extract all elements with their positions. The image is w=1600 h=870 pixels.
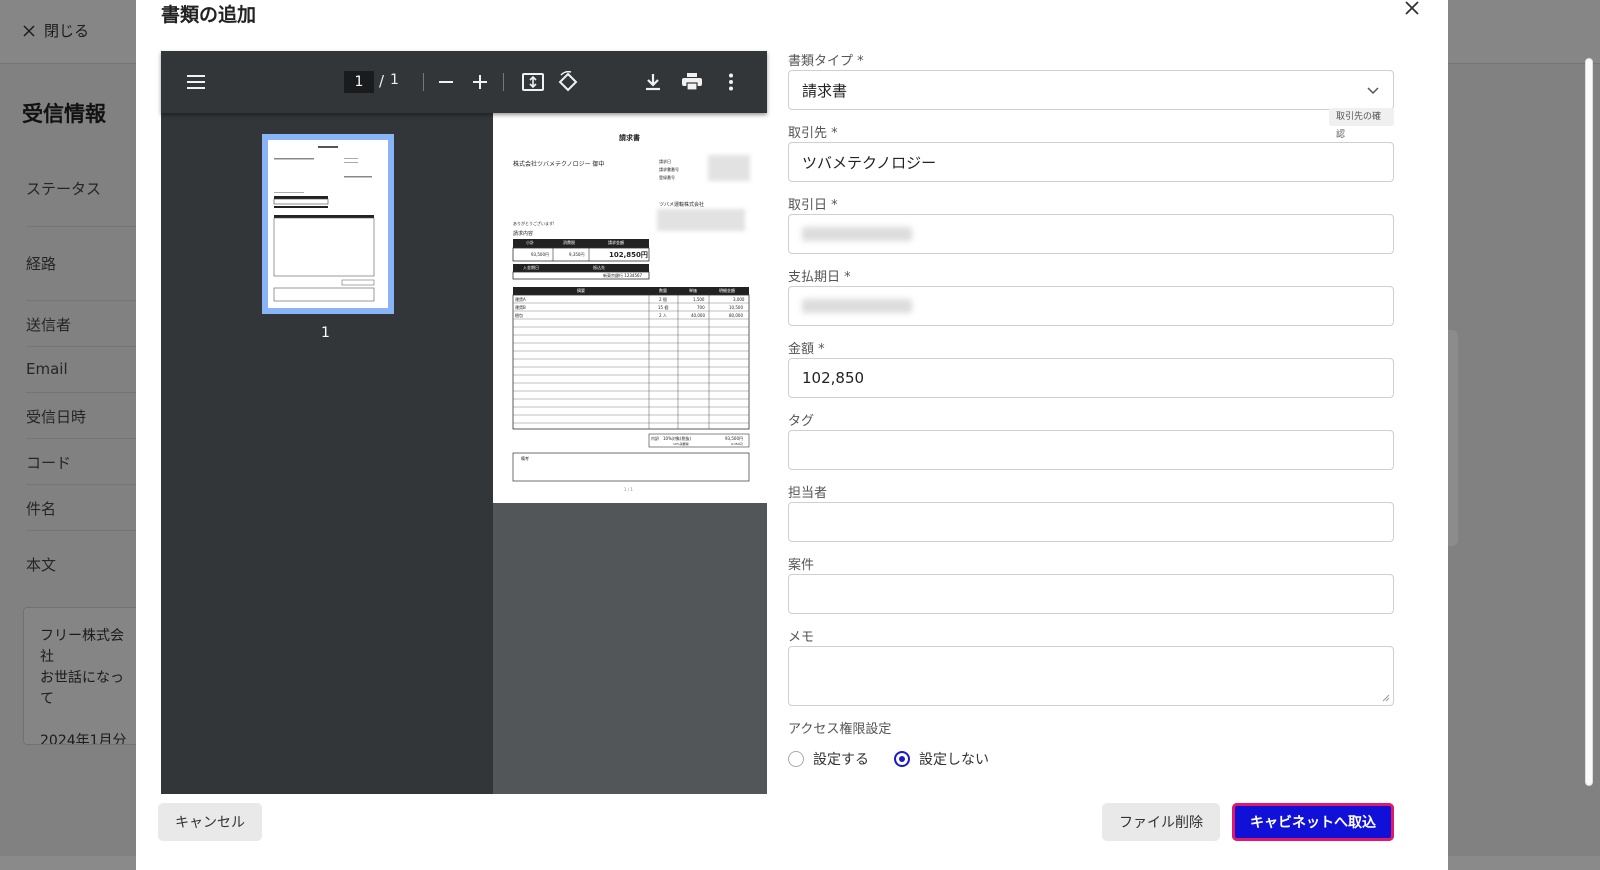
bank-value: 新東京銀行 1234567: [603, 273, 643, 278]
table-cell: 700: [697, 305, 705, 310]
table-header: 数量: [659, 288, 667, 293]
table-header: 単価: [689, 288, 697, 293]
tax-label: 内訳: [651, 436, 659, 441]
table-cell: 40,000: [691, 313, 705, 318]
bank-header: 入金期日: [523, 265, 539, 270]
table-header: 摘要: [577, 288, 585, 293]
summary-total: 102,850円: [609, 251, 648, 259]
table-cell: 10,500: [729, 305, 743, 310]
table-cell: 15 個: [658, 305, 669, 310]
partner-value: ツバメテクノロジー: [802, 153, 937, 172]
partner-label: 取引先 *: [788, 126, 838, 141]
summary-value: 93,500円: [531, 252, 549, 257]
memo-textarea[interactable]: [788, 646, 1394, 706]
memo-label: メモ: [788, 630, 815, 645]
radio-indicator: [788, 751, 804, 767]
modal-close-button[interactable]: [1404, 0, 1424, 20]
pdf-page: 請求書 株式会社ツバメテクノロジー 御中 請求日 請求書番号 登録番号 ツバメ運…: [493, 113, 767, 503]
rotate-icon[interactable]: [556, 70, 580, 94]
tax-sub-value: 9,350円: [731, 442, 743, 446]
menu-icon[interactable]: [184, 70, 208, 94]
radio-indicator-selected: [894, 751, 910, 767]
resize-handle-icon[interactable]: [1382, 694, 1390, 702]
summary-value: 9,350円: [569, 252, 585, 257]
summary-header: 小計: [526, 240, 534, 245]
tag-label: タグ: [788, 414, 815, 429]
download-icon[interactable]: [641, 70, 665, 94]
access-set-radio[interactable]: 設定する: [788, 749, 869, 769]
redacted-value: [802, 299, 912, 313]
page-total: 1: [390, 72, 399, 88]
summary-header: 請求金額: [608, 240, 624, 245]
table-cell: 2 個: [659, 297, 667, 302]
table-cell: 1,500: [693, 297, 705, 302]
zoom-out-icon[interactable]: [434, 70, 458, 94]
toolbar-divider: [503, 73, 504, 91]
close-icon: [1405, 1, 1419, 15]
amount-input[interactable]: 102,850: [788, 358, 1394, 398]
thumbnail-sidebar: 1: [161, 113, 493, 794]
project-input[interactable]: [788, 574, 1394, 614]
thumbnail-page-number: 1: [321, 325, 330, 341]
amount-label: 金額 *: [788, 342, 825, 357]
pdf-page-area[interactable]: 請求書 株式会社ツバメテクノロジー 御中 請求日 請求書番号 登録番号 ツバメ運…: [493, 113, 767, 794]
pdf-toolbar: 1 / 1: [161, 51, 767, 113]
access-unset-radio[interactable]: 設定しない: [894, 749, 989, 769]
access-unset-label: 設定しない: [919, 752, 989, 768]
toolbar-divider: [423, 73, 424, 91]
fit-page-icon[interactable]: [521, 70, 545, 94]
tag-input[interactable]: [788, 430, 1394, 470]
assignee-label: 担当者: [788, 486, 828, 501]
project-label: 案件: [788, 558, 815, 573]
doc-type-label: 書類タイプ *: [788, 54, 864, 69]
page-scrollbar[interactable]: [1585, 58, 1593, 786]
invoice-table-lines: [512, 239, 750, 482]
delete-file-button[interactable]: ファイル削除: [1102, 803, 1220, 841]
modal-title: 書類の追加: [161, 4, 257, 26]
page-number-input[interactable]: 1: [344, 71, 374, 93]
table-header: 明細金額: [719, 288, 735, 293]
partner-confirm-button[interactable]: 取引先の確認: [1329, 108, 1394, 140]
import-to-cabinet-button[interactable]: キャビネットへ取込: [1232, 803, 1394, 841]
table-cell: 2 人: [659, 313, 667, 318]
summary-header: 消費税: [563, 240, 575, 245]
redacted-value: [802, 227, 912, 241]
access-label: アクセス権限設定: [788, 722, 892, 737]
table-cell: 運賃A: [515, 297, 526, 302]
notes-label: 備考: [521, 456, 529, 461]
add-document-modal: 書類の追加 1 / 1 1 請求書 株式会社ツバメテクノロジー 御中 請求日 請…: [136, 0, 1448, 870]
table-cell: 運賃B: [515, 305, 526, 310]
trade-date-label: 取引日 *: [788, 198, 838, 213]
page-separator: /: [379, 72, 385, 90]
zoom-in-icon[interactable]: [468, 70, 492, 94]
pdf-viewer: 1 / 1 1 請求書 株式会社ツバメテクノロジー 御中 請求日 請求書番号 登…: [161, 51, 767, 794]
chevron-down-icon: [1367, 87, 1379, 95]
due-date-label: 支払期日 *: [788, 270, 851, 285]
bank-header: 振込先: [593, 265, 605, 270]
page-thumbnail[interactable]: [262, 134, 394, 314]
trade-date-input[interactable]: [788, 214, 1394, 254]
amount-value: 102,850: [802, 369, 865, 387]
table-cell: 梱包: [515, 313, 523, 318]
cancel-button[interactable]: キャンセル: [158, 803, 262, 841]
more-options-icon[interactable]: [719, 70, 743, 94]
table-cell: 3,000: [733, 297, 745, 302]
assignee-input[interactable]: [788, 502, 1394, 542]
print-icon[interactable]: [680, 70, 704, 94]
access-set-label: 設定する: [813, 752, 869, 768]
tax-sub-label: 10%消費税: [673, 442, 689, 446]
table-cell: 80,000: [729, 313, 743, 318]
page-footer: 1 / 1: [624, 487, 633, 492]
doc-type-value: 請求書: [802, 81, 848, 100]
doc-type-select[interactable]: 請求書: [788, 70, 1394, 110]
due-date-input[interactable]: [788, 286, 1394, 326]
thumbnail-page: [268, 140, 388, 308]
partner-input[interactable]: ツバメテクノロジー: [788, 142, 1394, 182]
thumbnail-preview: [273, 146, 375, 302]
